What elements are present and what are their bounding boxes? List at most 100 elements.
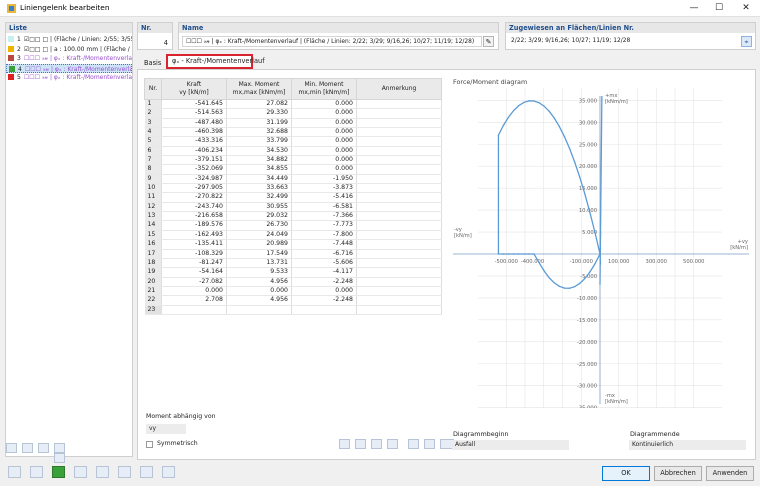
diagrammbeginn-select[interactable]: Ausfall xyxy=(452,440,569,450)
min-moment-cell[interactable]: -5.606 xyxy=(291,258,357,269)
table-row[interactable]: 15 -162.493 24.049 -7.800 xyxy=(144,230,442,241)
min-moment-cell[interactable]: 0.000 xyxy=(291,118,357,129)
table-row[interactable]: 21 0.000 0.000 0.000 xyxy=(144,286,442,297)
max-moment-cell[interactable]: 9.533 xyxy=(226,267,292,278)
max-moment-cell[interactable]: 32.688 xyxy=(226,127,292,138)
max-moment-cell[interactable]: 32.499 xyxy=(226,192,292,203)
max-moment-cell[interactable]: 4.956 xyxy=(226,277,292,287)
max-moment-cell[interactable]: 4.956 xyxy=(226,295,292,306)
filter-icon[interactable] xyxy=(162,466,176,478)
diagrammende-select[interactable]: Kontinuierlich xyxy=(629,440,746,450)
anmerkung-cell[interactable] xyxy=(356,277,442,287)
copy-item-icon[interactable] xyxy=(22,443,34,453)
symmetric-checkbox[interactable] xyxy=(146,441,153,448)
max-moment-cell[interactable]: 17.549 xyxy=(226,249,292,259)
max-moment-cell[interactable]: 33.663 xyxy=(226,183,292,194)
anmerkung-cell[interactable] xyxy=(356,258,442,269)
anmerkung-cell[interactable] xyxy=(356,230,442,241)
apply-button[interactable]: Anwenden xyxy=(706,466,754,481)
list-item[interactable]: 3 ☐☐☐ 𝓇𝓃 | φₓ : Kraft-/Momentenverlauf xyxy=(6,54,132,64)
max-moment-cell[interactable]: 20.989 xyxy=(226,239,292,250)
min-moment-cell[interactable]: 0.000 xyxy=(291,136,357,147)
max-moment-cell[interactable]: 27.082 xyxy=(226,99,292,110)
anmerkung-cell[interactable] xyxy=(356,127,442,138)
anmerkung-cell[interactable] xyxy=(356,286,442,297)
tab-kraft-momentenverlauf[interactable]: φₓ - Kraft-/Momentenverlauf xyxy=(166,54,265,69)
table-row[interactable]: 14 -189.576 26.730 -7.773 xyxy=(144,220,442,231)
anmerkung-cell[interactable] xyxy=(356,146,442,157)
export-icon[interactable] xyxy=(387,439,399,449)
min-moment-cell[interactable]: -7.448 xyxy=(291,239,357,250)
min-moment-cell[interactable]: -7.773 xyxy=(291,220,357,231)
check-all-icon[interactable] xyxy=(38,443,50,453)
min-moment-cell[interactable] xyxy=(291,305,357,315)
min-moment-cell[interactable]: -2.248 xyxy=(291,295,357,306)
max-moment-cell[interactable]: 34.882 xyxy=(226,155,292,166)
table-row[interactable]: 19 -54.164 9.533 -4.117 xyxy=(144,267,442,278)
maximize-button[interactable]: ☐ xyxy=(709,2,729,15)
anmerkung-cell[interactable] xyxy=(356,239,442,250)
uncheck-all-icon[interactable] xyxy=(54,443,66,453)
anmerkung-cell[interactable] xyxy=(356,155,442,166)
max-moment-cell[interactable]: 33.799 xyxy=(226,136,292,147)
max-moment-cell[interactable]: 31.199 xyxy=(226,118,292,129)
min-moment-cell[interactable]: -7.800 xyxy=(291,230,357,241)
kraft-cell[interactable]: 2.708 xyxy=(161,295,227,306)
table-row[interactable]: 22 2.708 4.956 -2.248 xyxy=(144,295,442,306)
min-moment-cell[interactable]: 0.000 xyxy=(291,99,357,110)
kraft-cell[interactable]: -379.151 xyxy=(161,155,227,166)
table-row[interactable]: 9 -324.987 34.449 -1.950 xyxy=(144,174,442,185)
help-icon[interactable] xyxy=(96,466,110,478)
table-row[interactable]: 20 -27.082 4.956 -2.248 xyxy=(144,277,442,287)
min-moment-cell[interactable]: -2.248 xyxy=(291,277,357,287)
edit-name-icon[interactable]: ✎ xyxy=(483,36,494,47)
moment-select[interactable]: vy xyxy=(146,424,186,434)
table-row[interactable]: 10 -297.905 33.663 -3.873 xyxy=(144,183,442,194)
min-moment-cell[interactable]: 0.000 xyxy=(291,146,357,157)
kraft-cell[interactable]: -324.987 xyxy=(161,174,227,185)
min-moment-cell[interactable]: 0.000 xyxy=(291,127,357,138)
import-icon[interactable] xyxy=(408,439,420,449)
pick-objects-icon[interactable]: ⌖ xyxy=(741,36,752,47)
anmerkung-cell[interactable] xyxy=(356,305,442,315)
kraft-cell[interactable]: -433.316 xyxy=(161,136,227,147)
table-row[interactable]: 13 -216.658 29.032 -7.366 xyxy=(144,211,442,222)
anmerkung-cell[interactable] xyxy=(356,118,442,129)
anmerkung-cell[interactable] xyxy=(356,99,442,110)
new-item-icon[interactable] xyxy=(6,443,17,453)
color-icon[interactable] xyxy=(52,466,66,478)
anmerkung-cell[interactable] xyxy=(356,192,442,203)
tab-basis[interactable]: Basis xyxy=(141,57,164,69)
kraft-cell[interactable]: -27.082 xyxy=(161,277,227,287)
delete-item-icon[interactable] xyxy=(54,453,65,463)
table-row[interactable]: 7 -379.151 34.882 0.000 xyxy=(144,155,442,166)
table-row[interactable]: 5 -433.316 33.799 0.000 xyxy=(144,136,442,147)
list-item[interactable]: 4 ☐☐☐ 𝓇𝓃 | φₓ : Kraft-/Momentenverlauf xyxy=(6,63,132,73)
table-row[interactable]: 18 -81.247 13.731 -5.606 xyxy=(144,258,442,269)
kraft-cell[interactable]: -270.822 xyxy=(161,192,227,203)
info-icon[interactable] xyxy=(118,466,132,478)
list-item[interactable]: 1☑□□ □ | (Fläche / Linien: 2/55; 3/55; 3… xyxy=(6,35,132,45)
table-row[interactable]: 16 -135.411 20.989 -7.448 xyxy=(144,239,442,250)
kraft-cell[interactable]: -81.247 xyxy=(161,258,227,269)
min-moment-cell[interactable]: -6.581 xyxy=(291,202,357,213)
table-row[interactable]: 12 -243.740 30.955 -6.581 xyxy=(144,202,442,213)
delete-row-icon[interactable] xyxy=(371,439,383,449)
kraft-cell[interactable]: -243.740 xyxy=(161,202,227,213)
table-row[interactable]: 8 -352.069 34.855 0.000 xyxy=(144,164,442,175)
minimize-button[interactable]: — xyxy=(684,2,704,15)
table-row[interactable]: 6 -406.234 34.530 0.000 xyxy=(144,146,442,157)
name-field[interactable]: ☐☐☐ 𝓇𝓃 | φₓ : Kraft-/Momentenverlauf | (… xyxy=(182,36,482,47)
library-icon[interactable] xyxy=(424,439,436,449)
table-row[interactable]: 11 -270.822 32.499 -5.416 xyxy=(144,192,442,203)
table-row[interactable]: 3 -487.480 31.199 0.000 xyxy=(144,118,442,129)
anmerkung-cell[interactable] xyxy=(356,164,442,175)
min-moment-cell[interactable]: 0.000 xyxy=(291,286,357,297)
min-moment-cell[interactable]: 0.000 xyxy=(291,108,357,119)
kraft-cell[interactable]: -352.069 xyxy=(161,164,227,175)
ok-button[interactable]: OK xyxy=(602,466,650,481)
search-icon[interactable] xyxy=(8,466,21,478)
units-icon[interactable] xyxy=(30,466,44,478)
kraft-cell[interactable]: -297.905 xyxy=(161,183,227,194)
table-row[interactable]: 4 -460.398 32.688 0.000 xyxy=(144,127,442,138)
